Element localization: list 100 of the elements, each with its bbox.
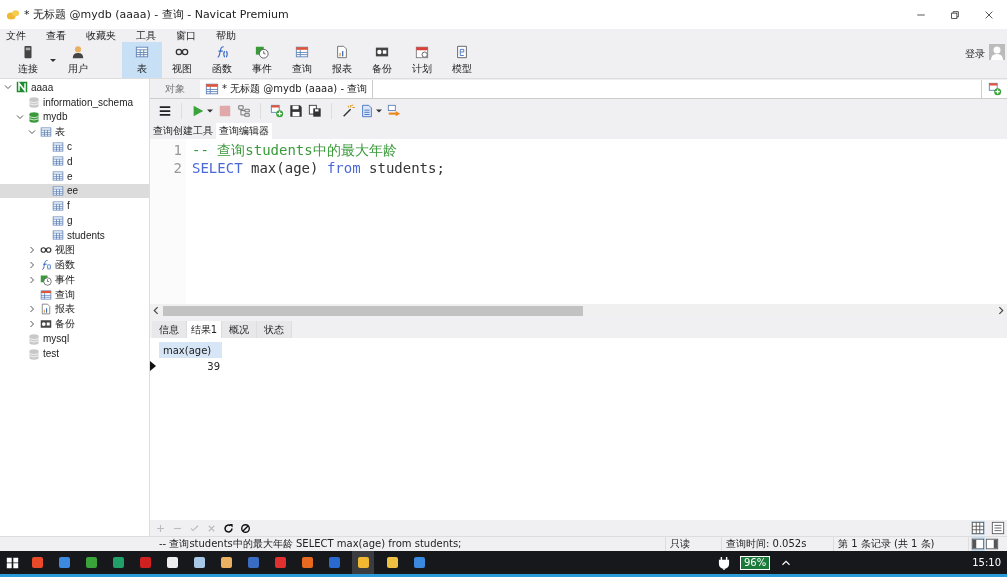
tab[interactable]: 状态 [257, 321, 292, 338]
toolbar-button[interactable]: 事件 [242, 42, 282, 78]
tab[interactable]: * 无标题 @mydb (aaaa) - 查询 [200, 80, 373, 98]
panel-right-icon[interactable] [985, 537, 999, 551]
taskbar-app-icon[interactable] [352, 551, 374, 574]
tree-item[interactable]: 报表 [0, 301, 149, 317]
save-icon[interactable] [289, 104, 303, 118]
column-header[interactable]: max(age) [159, 342, 222, 358]
form-view-icon[interactable] [991, 521, 1005, 535]
tree-item[interactable]: d [0, 154, 149, 169]
table-icon [52, 199, 64, 212]
toolbar-button[interactable]: 函数 [202, 42, 242, 78]
new-query-icon[interactable] [270, 104, 284, 118]
window-title: * 无标题 @mydb (aaaa) - 查询 - Navicat Premium [24, 7, 289, 22]
explain-icon[interactable] [237, 104, 251, 118]
stop-icon[interactable] [240, 522, 251, 534]
refresh-icon[interactable] [223, 522, 234, 534]
toolbar-button[interactable]: 表 [122, 42, 162, 78]
save-as-icon[interactable] [308, 104, 322, 118]
table-icon [135, 44, 149, 59]
power-plug-icon [716, 555, 731, 570]
table-cell[interactable]: 39 [159, 358, 222, 374]
menu-item[interactable]: 工具 [136, 28, 156, 43]
tab[interactable]: 结果1 [187, 321, 222, 338]
add-query-icon [987, 82, 1002, 96]
report-icon [40, 303, 52, 316]
code-line: -- 查询students中的最大年龄 [192, 141, 398, 159]
battery-indicator[interactable]: 96% [739, 555, 771, 570]
query-icon [40, 288, 52, 301]
toolbar-button[interactable]: 备份 [362, 42, 402, 78]
toolbar-button[interactable]: 用户 [58, 42, 98, 78]
table-icon [52, 170, 64, 183]
horizontal-scrollbar[interactable] [150, 304, 1007, 317]
tree-item[interactable]: 事件 [0, 272, 149, 288]
event-icon [255, 44, 269, 59]
export-icon[interactable] [387, 104, 401, 118]
tree-item[interactable]: f [0, 198, 149, 214]
tree-item[interactable]: 查询 [0, 287, 149, 302]
scrollbar-thumb[interactable] [163, 305, 583, 316]
row-pointer-icon [150, 361, 156, 371]
menu-icon[interactable] [158, 104, 172, 118]
app-logo-icon [6, 7, 20, 22]
toolbar-button[interactable]: 报表 [322, 42, 362, 78]
backup-icon [40, 318, 52, 331]
grid-view-icon[interactable] [971, 521, 985, 535]
caret-icon[interactable] [376, 108, 382, 114]
report-icon [335, 44, 349, 59]
clock[interactable]: 15:10 [972, 557, 1001, 568]
model-icon [455, 44, 469, 59]
menu-item[interactable]: 查看 [46, 28, 66, 43]
toolbar-button[interactable]: 模型 [442, 42, 482, 78]
start-icon[interactable] [6, 556, 19, 569]
new-tab-button[interactable] [981, 80, 1007, 98]
tree-item[interactable]: 视图 [0, 242, 149, 258]
code-line: SELECT max(age) from students; [192, 159, 445, 177]
menu-item[interactable]: 帮助 [216, 28, 236, 43]
tab[interactable]: 查询编辑器 [216, 123, 272, 139]
restore-icon[interactable] [949, 8, 961, 21]
tree-item[interactable]: 备份 [0, 316, 149, 332]
toolbar-button[interactable]: 查询 [282, 42, 322, 78]
tab[interactable]: 查询创建工具 [150, 123, 216, 139]
table-icon [52, 140, 64, 153]
function-icon [215, 44, 229, 59]
line-number: 1 [173, 141, 183, 159]
toolbar-button[interactable]: 视图 [162, 42, 202, 78]
table-icon [52, 184, 64, 197]
table-icon [40, 125, 52, 138]
menu-item[interactable]: 文件 [6, 28, 26, 43]
tree-item[interactable]: information_schema [0, 94, 149, 110]
query-icon [295, 44, 309, 59]
database-icon [28, 347, 40, 360]
table-icon [52, 214, 64, 227]
tree-item[interactable]: mydb [0, 109, 149, 125]
caret-icon[interactable] [207, 108, 213, 114]
menu-item[interactable]: 窗口 [176, 28, 196, 43]
tree-item[interactable]: mysql [0, 331, 149, 347]
tree-item[interactable]: 表 [0, 124, 149, 140]
tab[interactable]: 信息 [152, 321, 187, 338]
scroll-left-icon[interactable] [152, 306, 161, 315]
tree-item[interactable]: ee [0, 183, 149, 199]
tree-item[interactable]: 函数 [0, 257, 149, 273]
tab[interactable]: 概况 [222, 321, 257, 338]
panel-left-icon[interactable] [971, 537, 985, 551]
scroll-right-icon[interactable] [996, 306, 1005, 315]
tree-item[interactable]: students [0, 227, 149, 243]
table-icon [52, 155, 64, 168]
toolbar-button[interactable]: 连接 [8, 42, 48, 78]
toolbar-button[interactable]: 计划 [402, 42, 442, 78]
dropdown-caret-icon[interactable] [50, 58, 56, 62]
tree-item[interactable]: g [0, 213, 149, 228]
database-icon [28, 111, 40, 123]
magic-wand-icon[interactable] [341, 104, 355, 118]
login-link[interactable]: 登录 [965, 47, 985, 61]
tree-item[interactable]: c [0, 139, 149, 154]
table-icon [52, 229, 64, 242]
tab[interactable]: 对象 [150, 80, 200, 98]
tree-item[interactable]: test [0, 346, 149, 362]
tree-item[interactable]: e [0, 168, 149, 184]
tree-item[interactable]: aaaa [0, 80, 149, 95]
menu-item[interactable]: 收藏夹 [86, 28, 116, 43]
